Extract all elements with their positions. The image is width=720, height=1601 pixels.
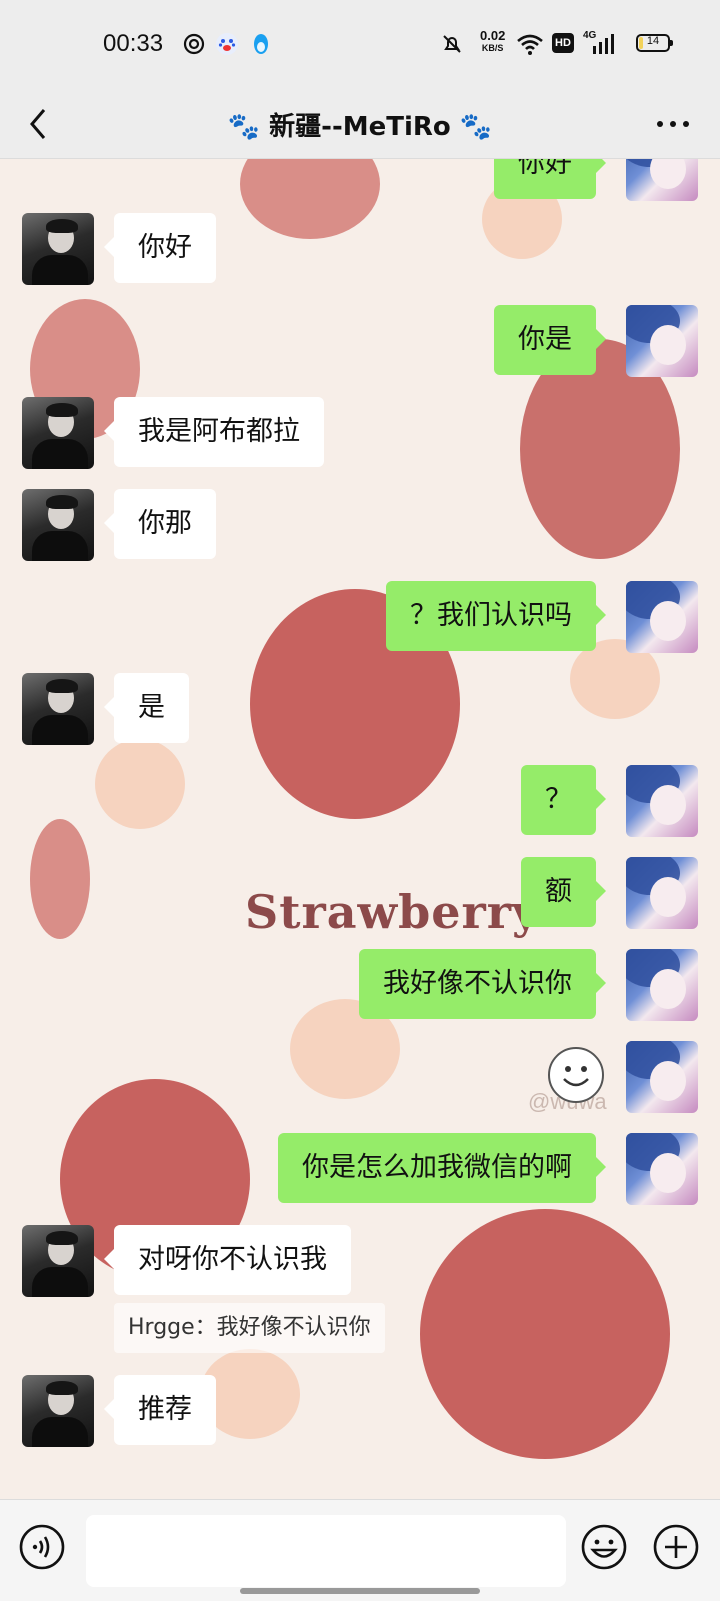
message-row: 你那 [0,489,720,561]
message-row: 推荐 [0,1375,720,1447]
message-bubble[interactable]: 你好 [104,213,216,283]
message-row: 你是怎么加我微信的啊 [0,1133,720,1205]
chat-title: 🐾 新疆--MeTiRo 🐾 [227,112,493,142]
contact-avatar[interactable] [22,1375,94,1447]
hd-badge: HD [552,33,574,53]
more-options-icon[interactable] [648,104,698,144]
contact-avatar[interactable] [22,673,94,745]
my-avatar[interactable] [626,1041,698,1113]
message-bubble[interactable]: ？我们认识吗 [386,581,606,651]
message-bubble[interactable]: 你是 [494,305,606,375]
my-avatar[interactable] [626,857,698,929]
chat-area[interactable]: Strawberry @wuwa 你好 你好 你是 我是阿布都拉 你那 ？我们认… [0,159,720,1499]
message-bubble[interactable]: 你是怎么加我微信的啊 [278,1133,606,1203]
emoji-icon[interactable] [580,1523,628,1571]
contact-avatar[interactable] [22,1225,94,1297]
penguin-app-icon [254,34,268,54]
message-row: 我是阿布都拉 [0,397,720,469]
message-row: 额 [0,857,720,929]
message-row: 对呀你不认识我 Hrgge：我好像不认识你 [0,1225,720,1355]
status-bar: 00:33 0.02 KB/S HD 4G 14 [0,0,720,88]
message-bubble[interactable]: 我是阿布都拉 [104,397,324,467]
message-bubble[interactable]: 对呀你不认识我 [104,1225,351,1295]
message-bubble[interactable]: ？ [521,765,606,835]
message-bubble[interactable]: 额 [521,857,606,927]
signal-bars-icon [593,34,614,54]
home-indicator[interactable] [240,1588,480,1594]
message-row: 你好 [0,159,720,201]
mute-bell-icon [443,35,461,53]
message-bubble[interactable]: 推荐 [104,1375,216,1445]
message-row: ？我们认识吗 [0,581,720,653]
message-row: 我好像不认识你 [0,949,720,1021]
voice-icon[interactable] [18,1523,66,1571]
wifi-icon [517,34,543,55]
message-row: 你是 [0,305,720,377]
smile-face-sticker[interactable] [548,1047,604,1103]
contact-avatar[interactable] [22,489,94,561]
net-speed: 0.02 KB/S [480,28,506,54]
message-row [0,1041,720,1113]
my-avatar[interactable] [626,159,698,201]
contact-avatar[interactable] [22,213,94,285]
battery-indicator: 14 [636,34,673,52]
message-row: 你好 [0,213,720,285]
my-avatar[interactable] [626,305,698,377]
status-time: 00:33 [103,30,164,57]
message-bubble[interactable]: 是 [104,673,189,743]
spiral-app-icon [183,33,205,55]
my-avatar[interactable] [626,949,698,1021]
input-bar [0,1499,720,1601]
message-input[interactable] [86,1515,566,1587]
message-bubble[interactable]: 你那 [104,489,216,559]
contact-avatar[interactable] [22,397,94,469]
paw-app-icon [216,33,238,55]
my-avatar[interactable] [626,765,698,837]
my-avatar[interactable] [626,1133,698,1205]
battery-level: 14 [646,35,660,47]
net-speed-unit: KB/S [481,43,504,53]
quoted-reply[interactable]: Hrgge：我好像不认识你 [114,1303,385,1353]
net-speed-value: 0.02 [480,28,506,43]
message-row: ？ [0,765,720,837]
my-avatar[interactable] [626,581,698,653]
message-row: 是 [0,673,720,745]
chat-header: 🐾 新疆--MeTiRo 🐾 [0,88,720,159]
message-bubble[interactable]: 你好 [494,159,606,199]
message-bubble[interactable]: 我好像不认识你 [359,949,606,1019]
hd-label: HD [555,37,571,49]
plus-icon[interactable] [652,1523,700,1571]
